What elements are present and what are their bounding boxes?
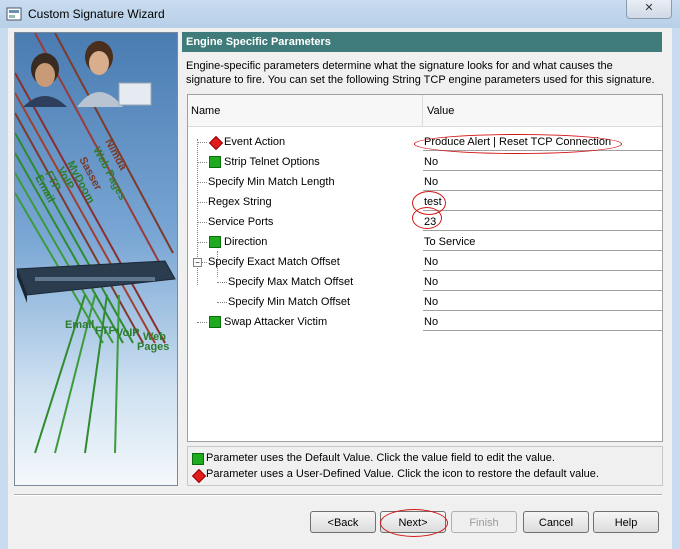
table-row-strip-telnet-options[interactable]: Strip Telnet Options No [188, 152, 662, 172]
back-button[interactable]: <Back [310, 511, 376, 533]
graphic-bottom-email: Email [65, 319, 95, 331]
table-row-specify-exact-match-offset[interactable]: − Specify Exact Match Offset No [188, 252, 662, 272]
legend-user-text: Parameter uses a User-Defined Value. Cli… [206, 468, 599, 480]
table-row-specify-min-match-length[interactable]: Specify Min Match Length No [188, 172, 662, 192]
graphic-bottom-ftp: FTP [95, 325, 116, 337]
legend-default-text: Parameter uses the Default Value. Click … [206, 452, 555, 464]
cancel-button[interactable]: Cancel [523, 511, 589, 533]
next-button[interactable]: Next> [380, 511, 446, 533]
param-name: Service Ports [208, 216, 274, 228]
window-frame-right [672, 28, 680, 549]
app-icon [6, 6, 22, 22]
window-title: Custom Signature Wizard [28, 7, 165, 21]
param-value[interactable]: No [423, 252, 662, 271]
param-name: Direction [224, 236, 268, 248]
people-photo [23, 41, 152, 107]
param-name: Specify Min Match Length [208, 176, 335, 188]
param-value[interactable]: Produce Alert | Reset TCP Connection [423, 132, 662, 151]
column-header-value[interactable]: Value [423, 95, 662, 127]
window-frame-left [0, 28, 8, 549]
param-name: Specify Min Match Offset [228, 296, 351, 308]
param-value[interactable]: No [423, 172, 662, 191]
param-value[interactable]: No [423, 272, 662, 291]
section-header: Engine Specific Parameters [182, 32, 662, 52]
graphic-bottom-voip: VoIP [116, 327, 140, 339]
close-button[interactable]: ✕ [626, 0, 672, 19]
title-bar: Custom Signature Wizard ✕ [0, 0, 680, 28]
table-row-regex-string[interactable]: Regex String test [188, 192, 662, 212]
param-value[interactable]: test [423, 192, 662, 211]
param-name: Event Action [224, 136, 286, 148]
table-row-service-ports[interactable]: Service Ports 23 [188, 212, 662, 232]
red-diamond-icon [191, 468, 207, 484]
parameters-table: Name Value Event Action Produce Alert | … [187, 94, 663, 442]
param-name: Swap Attacker Victim [224, 316, 328, 328]
column-header-name[interactable]: Name [188, 95, 423, 127]
table-row-specify-min-match-offset[interactable]: Specify Min Match Offset No [188, 292, 662, 312]
param-name: Specify Max Match Offset [228, 276, 354, 288]
button-separator [14, 494, 662, 496]
description-text: Engine-specific parameters determine wha… [186, 60, 655, 86]
param-value[interactable]: No [423, 292, 662, 311]
param-value[interactable]: 23 [423, 212, 662, 231]
graphic-bottom-pages: Pages [137, 341, 170, 353]
table-row-specify-max-match-offset[interactable]: Specify Max Match Offset No [188, 272, 662, 292]
green-square-icon [192, 453, 204, 465]
table-row-event-action[interactable]: Event Action Produce Alert | Reset TCP C… [188, 132, 662, 152]
table-row-direction[interactable]: Direction To Service [188, 232, 662, 252]
legend-box: Parameter uses the Default Value. Click … [187, 446, 663, 486]
param-value[interactable]: No [423, 312, 662, 331]
param-value[interactable]: To Service [423, 232, 662, 251]
content-panel: Engine Specific Parameters Engine-specif… [182, 32, 663, 488]
param-name: Regex String [208, 196, 272, 208]
help-button[interactable]: Help [593, 511, 659, 533]
dialog-client: Email FTP VoIP MyDoom Sasser Web Pages N… [8, 28, 672, 549]
param-name: Strip Telnet Options [224, 156, 320, 168]
finish-button: Finish [451, 511, 517, 533]
wizard-graphic: Email FTP VoIP MyDoom Sasser Web Pages N… [14, 32, 178, 486]
table-row-swap-attacker-victim[interactable]: Swap Attacker Victim No [188, 312, 662, 332]
param-value[interactable]: No [423, 152, 662, 171]
param-name: Specify Exact Match Offset [208, 256, 340, 268]
